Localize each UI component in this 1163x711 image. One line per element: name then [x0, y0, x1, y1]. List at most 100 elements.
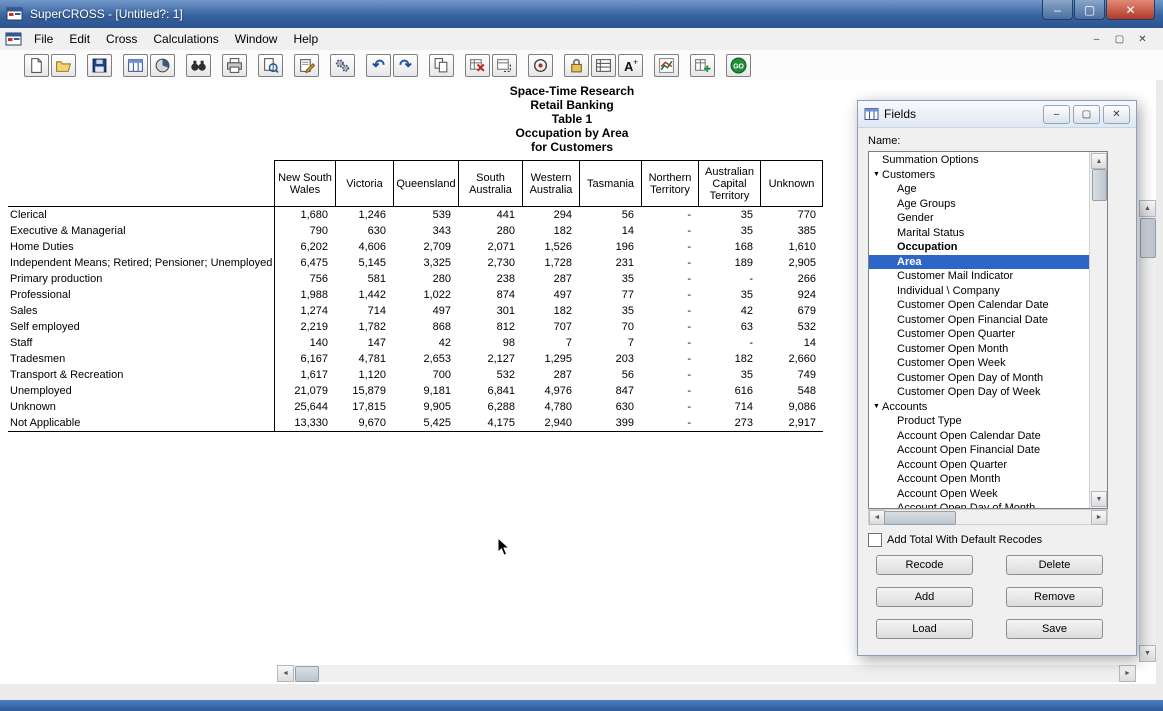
fields-dialog-titlebar[interactable]: Fields – ▢ ✕ [858, 101, 1136, 128]
go-button[interactable]: GO [726, 54, 751, 77]
lock-button[interactable] [564, 54, 589, 77]
column-header[interactable]: Northern Territory [641, 160, 698, 206]
font-size-button[interactable]: A+ [618, 54, 643, 77]
field-item-customer-open-day-of-month[interactable]: Customer Open Day of Month [869, 371, 1090, 386]
new-table-button[interactable] [690, 54, 715, 77]
column-header[interactable]: Queensland [393, 160, 458, 206]
row-label[interactable]: Self employed [8, 319, 275, 335]
menu-calculations[interactable]: Calculations [145, 29, 226, 49]
row-label[interactable]: Executive & Managerial [8, 223, 275, 239]
window-close-button[interactable]: ✕ [1106, 0, 1155, 20]
print-button[interactable] [222, 54, 247, 77]
field-item-customer-open-financial-date[interactable]: Customer Open Financial Date [869, 313, 1090, 328]
vertical-scroll-thumb[interactable] [1140, 218, 1156, 258]
fields-hscroll-thumb[interactable] [884, 511, 956, 525]
field-item-customer-open-week[interactable]: Customer Open Week [869, 356, 1090, 371]
remove-button[interactable]: Remove [1006, 587, 1103, 607]
save-button[interactable] [87, 54, 112, 77]
field-item-age-groups[interactable]: Age Groups [869, 197, 1090, 212]
field-item-age[interactable]: Age [869, 182, 1090, 197]
row-label[interactable]: Staff [8, 335, 275, 351]
child-restore-button[interactable]: ▢ [1109, 30, 1130, 48]
field-item-marital-status[interactable]: Marital Status [869, 226, 1090, 241]
field-item-accounts[interactable]: ▼Accounts [869, 400, 1090, 415]
window-maximize-button[interactable]: ▢ [1074, 0, 1105, 20]
field-item-customers[interactable]: ▼Customers [869, 168, 1090, 183]
find-binoculars-button[interactable] [186, 54, 211, 77]
row-label[interactable]: Not Applicable [8, 415, 275, 431]
row-label[interactable]: Transport & Recreation [8, 367, 275, 383]
menu-edit[interactable]: Edit [61, 29, 98, 49]
gears-process-button[interactable] [330, 54, 355, 77]
field-item-customer-open-calendar-date[interactable]: Customer Open Calendar Date [869, 298, 1090, 313]
scroll-right-icon[interactable]: ► [1119, 665, 1136, 682]
graph-button[interactable] [654, 54, 679, 77]
recode-button[interactable]: Recode [876, 555, 973, 575]
row-label[interactable]: Clerical [8, 207, 275, 223]
save-button[interactable]: Save [1006, 619, 1103, 639]
vertical-scrollbar[interactable]: ▲ ▼ [1139, 200, 1156, 662]
row-label[interactable]: Tradesmen [8, 351, 275, 367]
field-item-account-open-quarter[interactable]: Account Open Quarter [869, 458, 1090, 473]
horizontal-scrollbar[interactable]: ◄ ► [277, 665, 1136, 682]
row-label[interactable]: Unknown [8, 399, 275, 415]
collapse-triangle-icon[interactable]: ▼ [871, 171, 882, 178]
field-item-account-open-financial-date[interactable]: Account Open Financial Date [869, 443, 1090, 458]
add-total-checkbox[interactable] [868, 533, 882, 547]
window-minimize-button[interactable]: – [1042, 0, 1073, 20]
scroll-down-icon[interactable]: ▼ [1139, 645, 1156, 662]
column-header[interactable]: Victoria [335, 160, 393, 206]
fields-scroll-up-icon[interactable]: ▲ [1091, 153, 1107, 169]
field-item-account-open-calendar-date[interactable]: Account Open Calendar Date [869, 429, 1090, 444]
field-item-area[interactable]: Area [869, 255, 1090, 270]
edit-note-button[interactable] [294, 54, 319, 77]
field-item-customer-open-day-of-week[interactable]: Customer Open Day of Week [869, 385, 1090, 400]
fields-vscroll-thumb[interactable] [1092, 169, 1107, 201]
table-view-button[interactable] [123, 54, 148, 77]
row-label[interactable]: Home Duties [8, 239, 275, 255]
field-item-product-type[interactable]: Product Type [869, 414, 1090, 429]
scroll-up-icon[interactable]: ▲ [1139, 200, 1156, 217]
field-item-customer-open-month[interactable]: Customer Open Month [869, 342, 1090, 357]
child-close-button[interactable]: ✕ [1132, 30, 1153, 48]
field-item-account-open-week[interactable]: Account Open Week [869, 487, 1090, 502]
menu-cross[interactable]: Cross [98, 29, 145, 49]
print-preview-button[interactable] [258, 54, 283, 77]
fields-minimize-button[interactable]: – [1043, 105, 1070, 124]
column-header[interactable]: Australian Capital Territory [698, 160, 760, 206]
field-item-customer-open-quarter[interactable]: Customer Open Quarter [869, 327, 1090, 342]
field-item-occupation[interactable]: Occupation [869, 240, 1090, 255]
pie-chart-button[interactable] [150, 54, 175, 77]
copy-button[interactable] [429, 54, 454, 77]
menu-help[interactable]: Help [285, 29, 326, 49]
open-folder-button[interactable] [51, 54, 76, 77]
delete-button[interactable]: Delete [1006, 555, 1103, 575]
collapse-triangle-icon[interactable]: ▼ [871, 403, 882, 410]
target-record-button[interactable] [528, 54, 553, 77]
horizontal-scroll-thumb[interactable] [295, 666, 319, 682]
menu-file[interactable]: File [26, 29, 61, 49]
column-header[interactable]: South Australia [458, 160, 522, 206]
undo-button[interactable]: ↶ [366, 54, 391, 77]
row-label[interactable]: Primary production [8, 271, 275, 287]
field-item-account-open-day-of-month[interactable]: Account Open Day of Month [869, 501, 1090, 508]
add-button[interactable]: Add [876, 587, 973, 607]
row-label[interactable]: Independent Means; Retired; Pensioner; U… [8, 255, 275, 271]
fields-scroll-left-icon[interactable]: ◄ [869, 510, 885, 525]
menu-window[interactable]: Window [227, 29, 286, 49]
table-select-button[interactable] [492, 54, 517, 77]
table-delete-button[interactable] [465, 54, 490, 77]
child-minimize-button[interactable]: – [1086, 30, 1107, 48]
field-item-customer-mail-indicator[interactable]: Customer Mail Indicator [869, 269, 1090, 284]
field-item-individual-company[interactable]: Individual \ Company [869, 284, 1090, 299]
row-label[interactable]: Unemployed [8, 383, 275, 399]
field-item-account-open-month[interactable]: Account Open Month [869, 472, 1090, 487]
fields-scroll-down-icon[interactable]: ▼ [1091, 491, 1107, 507]
new-document-button[interactable] [24, 54, 49, 77]
fields-list-hscrollbar[interactable]: ◄ ► [868, 509, 1108, 525]
fields-list-vscrollbar[interactable]: ▲ ▼ [1089, 152, 1107, 508]
field-item-gender[interactable]: Gender [869, 211, 1090, 226]
redo-button[interactable]: ↷ [393, 54, 418, 77]
column-header[interactable]: Tasmania [579, 160, 641, 206]
row-headings-button[interactable] [591, 54, 616, 77]
